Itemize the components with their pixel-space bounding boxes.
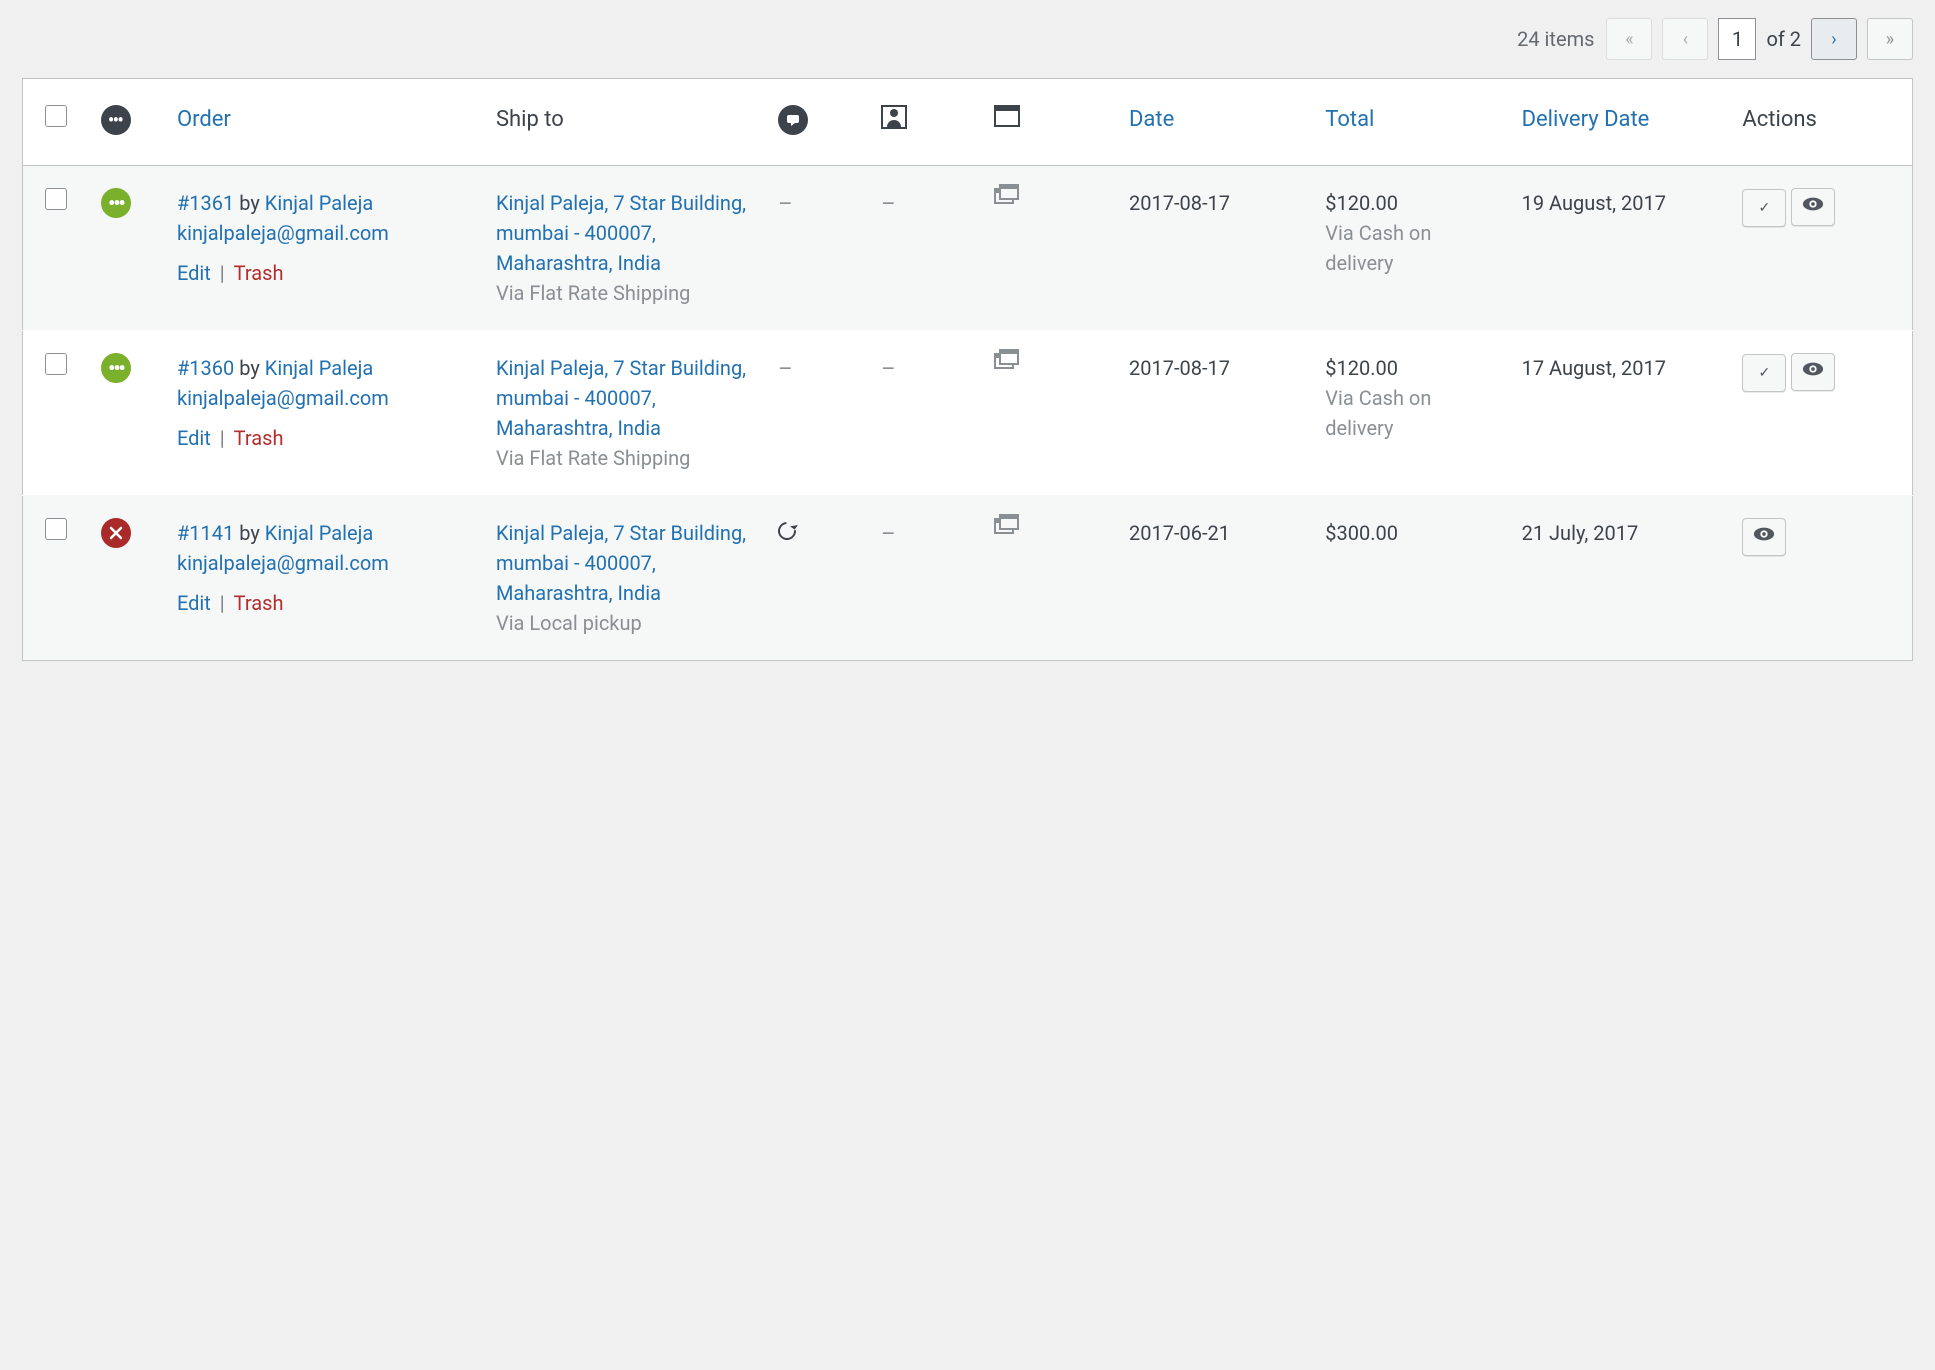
by-label: by (239, 191, 260, 215)
pagination-controls: « ‹ 1 of 2 › » (1606, 18, 1913, 60)
retry-note-icon (774, 518, 799, 543)
header-date[interactable]: Date (1115, 79, 1311, 166)
customer-name-link[interactable]: Kinjal Paleja (265, 356, 373, 380)
trash-link[interactable]: Trash (234, 426, 284, 450)
page-next-button[interactable]: › (1811, 18, 1857, 60)
table-row: ••• #1360 by Kinjal Paleja kinjalpaleja@gm… (23, 330, 1913, 495)
orders-table: ••• Order Ship to Date Total (22, 78, 1913, 661)
window-icon (994, 353, 1020, 375)
header-status: ••• (87, 79, 163, 166)
table-header-row: ••• Order Ship to Date Total (23, 79, 1913, 166)
window-icon (994, 518, 1020, 540)
status-cancelled-icon (101, 518, 131, 548)
eye-icon (1753, 526, 1775, 547)
table-row: ••• #1361 by Kinjal Paleja kinjalpaleja@gm… (23, 165, 1913, 330)
page-current-input[interactable]: 1 (1718, 18, 1756, 60)
eye-icon (1802, 361, 1824, 382)
customer-email-link[interactable]: kinjalpaleja@gmail.com (177, 551, 389, 575)
header-customer (867, 79, 980, 166)
complete-button[interactable]: ✓ (1742, 354, 1786, 392)
header-shipto: Ship to (482, 79, 764, 166)
edit-link[interactable]: Edit (177, 426, 211, 450)
window-icon (994, 188, 1020, 210)
header-actions: Actions (1728, 79, 1912, 166)
check-icon: ✓ (1759, 199, 1771, 216)
order-date: 2017-08-17 (1129, 191, 1230, 215)
delivery-date: 19 August, 2017 (1522, 191, 1666, 215)
trash-link[interactable]: Trash (234, 261, 284, 285)
order-link[interactable]: #1141 (177, 521, 234, 545)
page-first-button[interactable]: « (1606, 18, 1652, 60)
order-link[interactable]: #1360 (177, 356, 234, 380)
ship-via-label: Via Flat Rate Shipping (496, 446, 690, 470)
customer-dash: – (881, 192, 895, 217)
row-checkbox[interactable] (45, 188, 67, 210)
select-all-checkbox[interactable] (45, 105, 67, 127)
payment-via-label: Via Cash on delivery (1325, 386, 1431, 440)
order-total: $300.00 (1325, 521, 1398, 545)
order-total: $120.00 (1325, 356, 1398, 380)
ship-via-label: Via Flat Rate Shipping (496, 281, 690, 305)
view-button[interactable] (1791, 353, 1835, 391)
notes-header-icon (778, 105, 808, 135)
billing-header-icon (994, 105, 1020, 127)
page-total-label: of 2 (1766, 27, 1801, 51)
customer-dash: – (881, 357, 895, 382)
separator: | (215, 426, 230, 450)
edit-link[interactable]: Edit (177, 591, 211, 615)
complete-button[interactable]: ✓ (1742, 189, 1786, 227)
customer-name-link[interactable]: Kinjal Paleja (265, 521, 373, 545)
order-date: 2017-06-21 (1129, 521, 1230, 545)
by-label: by (239, 356, 260, 380)
separator: | (215, 591, 230, 615)
header-delivery[interactable]: Delivery Date (1508, 79, 1729, 166)
pagination-count: 24 items (1517, 27, 1594, 51)
by-label: by (239, 521, 260, 545)
status-processing-icon: ••• (101, 188, 131, 218)
header-billing (980, 79, 1115, 166)
status-processing-icon: ••• (101, 353, 131, 383)
order-date: 2017-08-17 (1129, 356, 1230, 380)
view-button[interactable] (1791, 188, 1835, 226)
ship-via-label: Via Local pickup (496, 611, 642, 635)
order-total: $120.00 (1325, 191, 1398, 215)
delivery-date: 21 July, 2017 (1522, 521, 1639, 545)
delivery-date: 17 August, 2017 (1522, 356, 1666, 380)
header-order[interactable]: Order (163, 79, 482, 166)
payment-via-label: Via Cash on delivery (1325, 221, 1431, 275)
notes-dash: – (778, 357, 792, 382)
separator: | (215, 261, 230, 285)
edit-link[interactable]: Edit (177, 261, 211, 285)
customer-header-icon (881, 105, 907, 129)
header-total[interactable]: Total (1311, 79, 1507, 166)
notes-dash: – (778, 192, 792, 217)
header-select-all (23, 79, 87, 166)
eye-icon (1802, 196, 1824, 217)
row-checkbox[interactable] (45, 353, 67, 375)
ship-address-link[interactable]: Kinjal Paleja, 7 Star Building, mumbai -… (496, 356, 746, 440)
view-button[interactable] (1742, 518, 1786, 556)
customer-email-link[interactable]: kinjalpaleja@gmail.com (177, 386, 389, 410)
customer-name-link[interactable]: Kinjal Paleja (265, 191, 373, 215)
page-last-button[interactable]: » (1867, 18, 1913, 60)
customer-email-link[interactable]: kinjalpaleja@gmail.com (177, 221, 389, 245)
check-icon: ✓ (1759, 364, 1771, 381)
ship-address-link[interactable]: Kinjal Paleja, 7 Star Building, mumbai -… (496, 191, 746, 275)
trash-link[interactable]: Trash (234, 591, 284, 615)
header-notes (764, 79, 867, 166)
status-header-icon: ••• (101, 105, 131, 135)
customer-dash: – (881, 522, 895, 547)
order-link[interactable]: #1361 (177, 191, 234, 215)
table-row: #1141 by Kinjal Paleja kinjalpaleja@gmail… (23, 495, 1913, 660)
ship-address-link[interactable]: Kinjal Paleja, 7 Star Building, mumbai -… (496, 521, 746, 605)
page-prev-button[interactable]: ‹ (1662, 18, 1708, 60)
pagination-top: 24 items « ‹ 1 of 2 › » (22, 0, 1913, 78)
row-checkbox[interactable] (45, 518, 67, 540)
